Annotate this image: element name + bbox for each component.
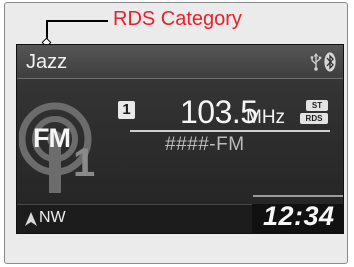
compass-arrow-icon — [25, 212, 37, 226]
rds-badge: RDS — [300, 113, 328, 124]
stereo-badge: ST — [306, 100, 328, 111]
frequency-unit: MHz — [246, 107, 286, 128]
rds-category-text: Jazz — [26, 51, 68, 73]
clock-separator — [253, 195, 343, 197]
bluetooth-icon — [324, 52, 336, 72]
callout-line — [46, 20, 108, 22]
band-label: FM — [33, 123, 71, 153]
usb-icon — [310, 53, 322, 71]
frequency-divider — [130, 130, 330, 132]
clock-display: 12:34 — [263, 201, 335, 231]
band-number: 1 — [73, 141, 96, 185]
station-name: ####-FM — [165, 134, 245, 155]
callout-label: RDS Category — [113, 8, 242, 30]
audio-display-screen: Jazz FM 1 1 103.5 MHz ST RDS ####-FM NW … — [16, 44, 344, 234]
preset-number-badge: 1 — [118, 101, 135, 119]
compass-heading: NW — [39, 209, 66, 226]
